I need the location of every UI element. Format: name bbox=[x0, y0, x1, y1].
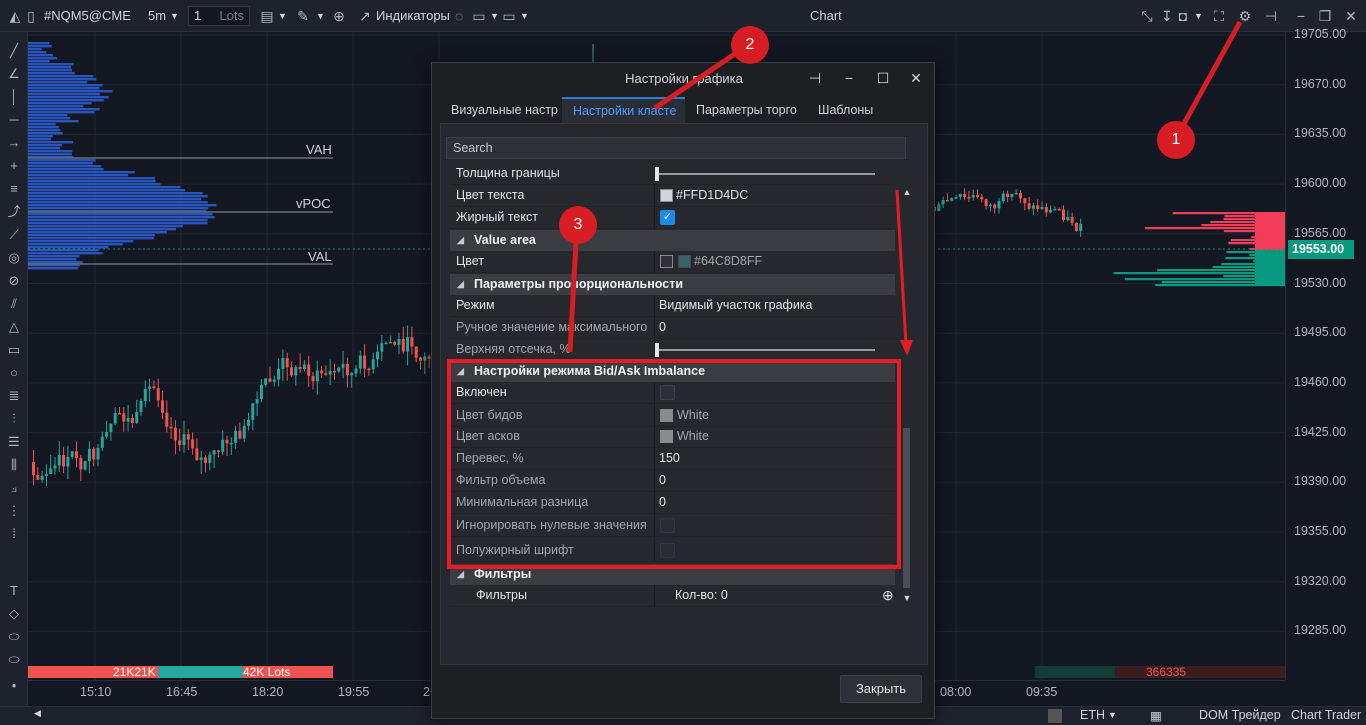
annotation-badge-1: 1 bbox=[1157, 121, 1195, 159]
scroll-arrow bbox=[895, 189, 908, 346]
scroll-arrow-head bbox=[900, 340, 913, 356]
annotation-arrows bbox=[567, 20, 1243, 356]
annotation-badge-2: 2 bbox=[731, 26, 769, 64]
annotation-badge-3: 3 bbox=[559, 206, 597, 244]
